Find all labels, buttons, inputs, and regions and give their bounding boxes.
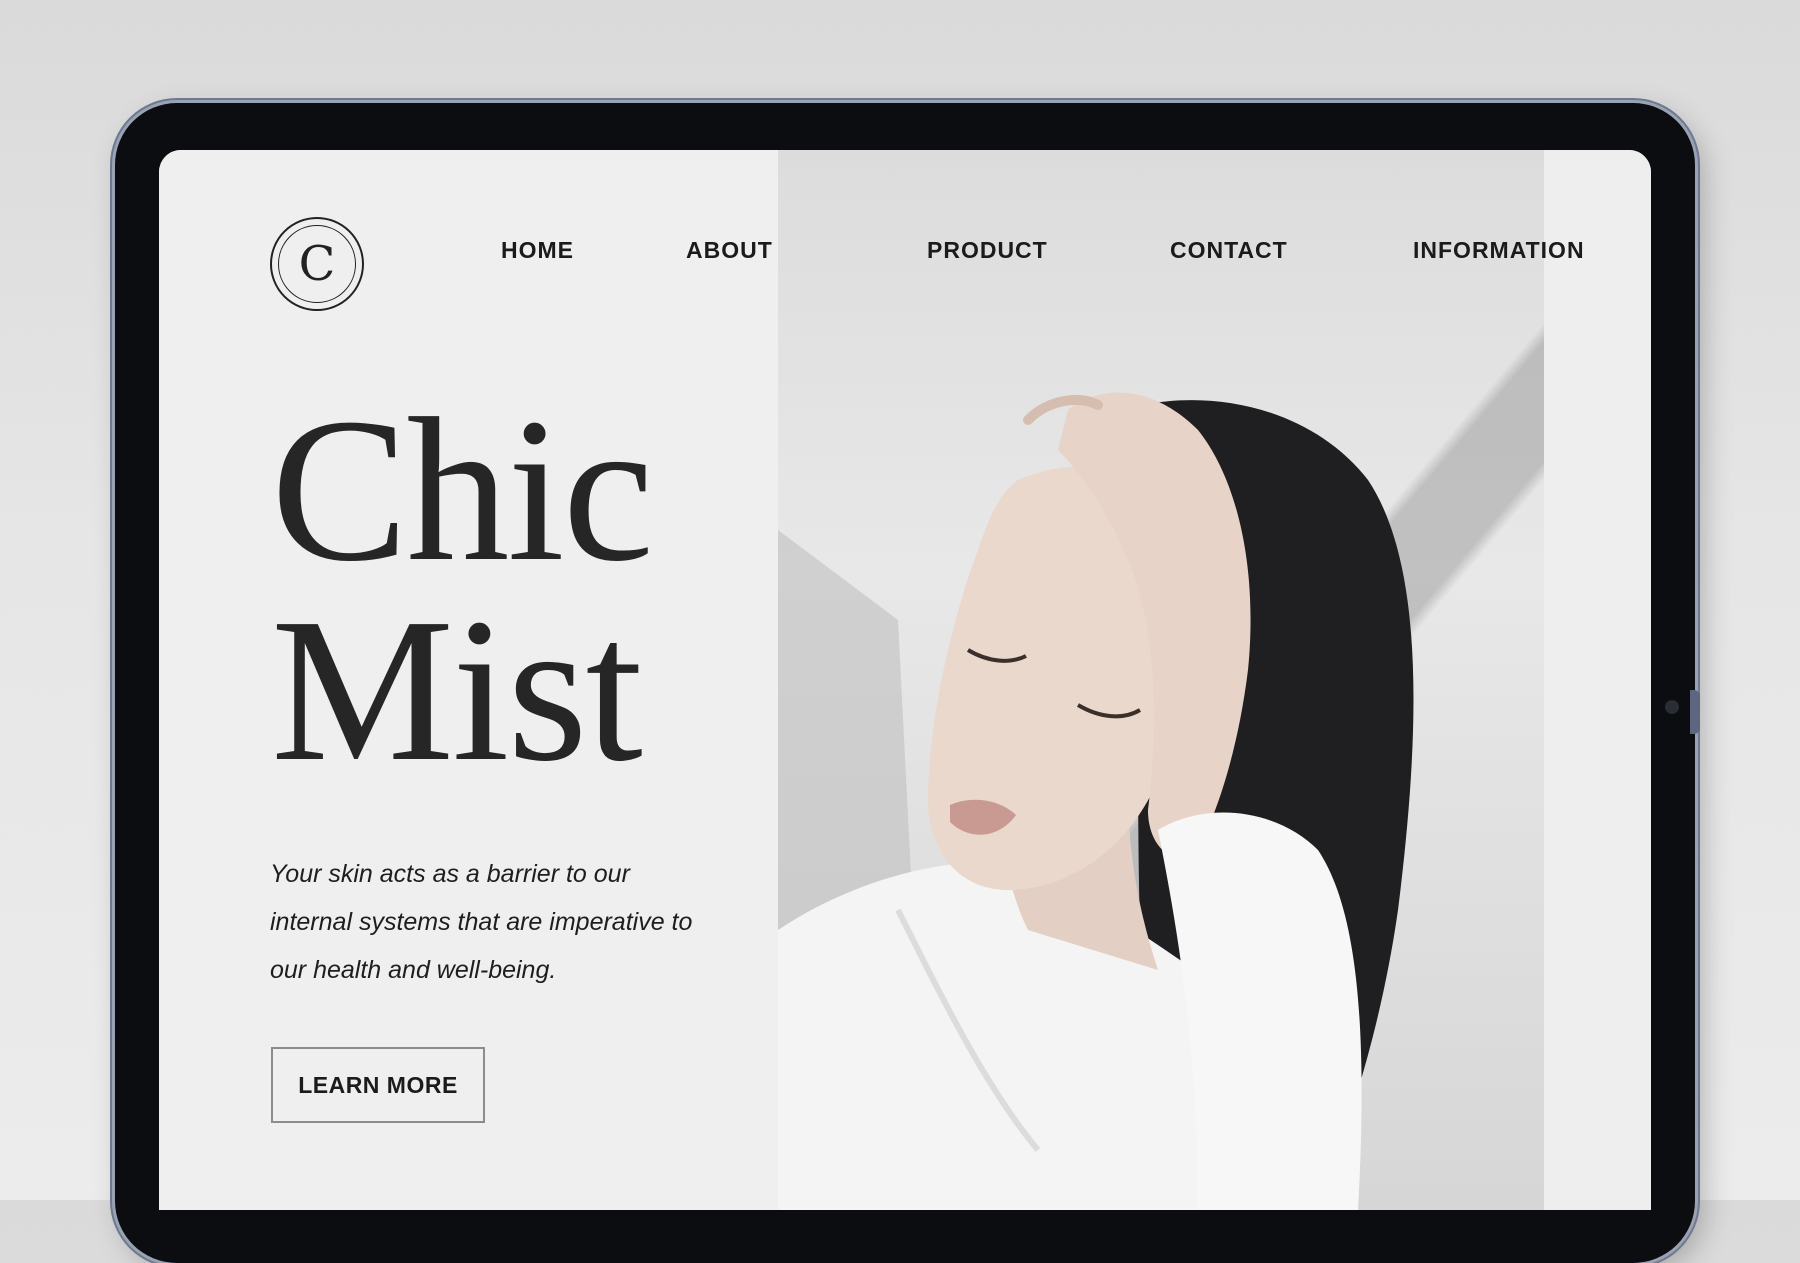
hero-title-line2: Mist <box>271 575 643 804</box>
hero-tagline: Your skin acts as a barrier to our inter… <box>270 860 693 984</box>
main-nav: HOME ABOUT PRODUCT CONTACT INFORMATION <box>159 237 1651 267</box>
hero-photo <box>778 150 1544 1210</box>
hero-title: Chic Mist <box>271 375 654 804</box>
nav-home[interactable]: HOME <box>501 237 574 264</box>
nav-product[interactable]: PRODUCT <box>927 237 1048 264</box>
learn-more-button[interactable]: LEARN MORE <box>271 1047 485 1123</box>
tablet-side-button <box>1690 690 1700 734</box>
website-screen: C HOME ABOUT PRODUCT CONTACT INFORMATION… <box>159 150 1651 1210</box>
nav-information[interactable]: INFORMATION <box>1413 237 1585 264</box>
right-margin-strip <box>1544 150 1651 1210</box>
nav-about[interactable]: ABOUT <box>686 237 773 264</box>
tablet-camera <box>1665 700 1679 714</box>
nav-contact[interactable]: CONTACT <box>1170 237 1288 264</box>
hero-title-line1: Chic <box>271 375 654 604</box>
portrait-illustration <box>778 392 1414 1210</box>
